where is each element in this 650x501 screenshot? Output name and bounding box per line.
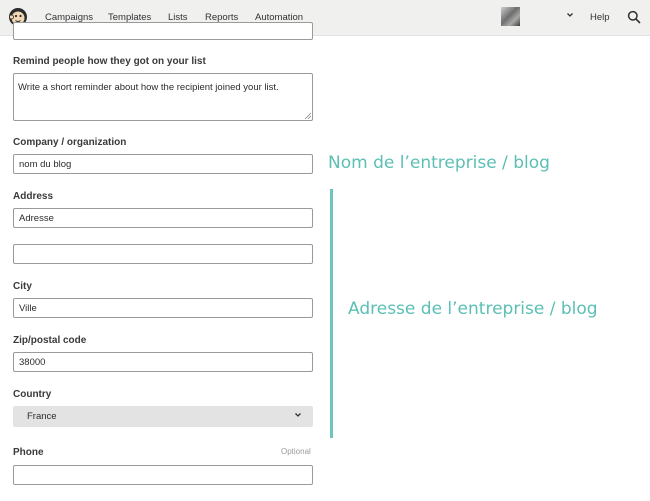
zip-label: Zip/postal code — [13, 335, 87, 346]
resize-handle-icon[interactable] — [304, 112, 311, 119]
nav-help[interactable]: Help — [590, 12, 610, 23]
city-input[interactable]: Ville — [13, 298, 313, 318]
avatar[interactable] — [501, 7, 520, 26]
country-select[interactable]: France — [13, 406, 313, 427]
remind-textarea[interactable]: Write a short reminder about how the rec… — [13, 73, 313, 121]
country-label: Country — [13, 389, 52, 400]
zip-input[interactable]: 38000 — [13, 352, 313, 372]
address-line1-input[interactable]: Adresse — [13, 208, 313, 228]
country-selected-value: France — [27, 411, 57, 422]
remind-label: Remind people how they got on your list — [13, 56, 206, 67]
remind-text: Write a short reminder about how the rec… — [18, 82, 279, 93]
address-annotation-bracket — [330, 189, 333, 438]
chevron-down-icon — [295, 413, 301, 417]
phone-label: Phone — [13, 447, 44, 458]
company-label: Company / organization — [13, 137, 127, 148]
company-input[interactable]: nom du blog — [13, 154, 313, 174]
address-line2-input[interactable] — [13, 244, 313, 264]
address-annotation: Adresse de l’entreprise / blog — [348, 299, 598, 319]
company-annotation: Nom de l’entreprise / blog — [328, 153, 550, 173]
city-label: City — [13, 281, 32, 292]
previous-field-input[interactable] — [13, 22, 313, 40]
address-label: Address — [13, 191, 54, 202]
chevron-down-icon[interactable] — [565, 9, 575, 21]
phone-input[interactable] — [13, 465, 313, 485]
search-icon[interactable] — [627, 10, 641, 24]
phone-optional-hint: Optional — [281, 447, 311, 456]
